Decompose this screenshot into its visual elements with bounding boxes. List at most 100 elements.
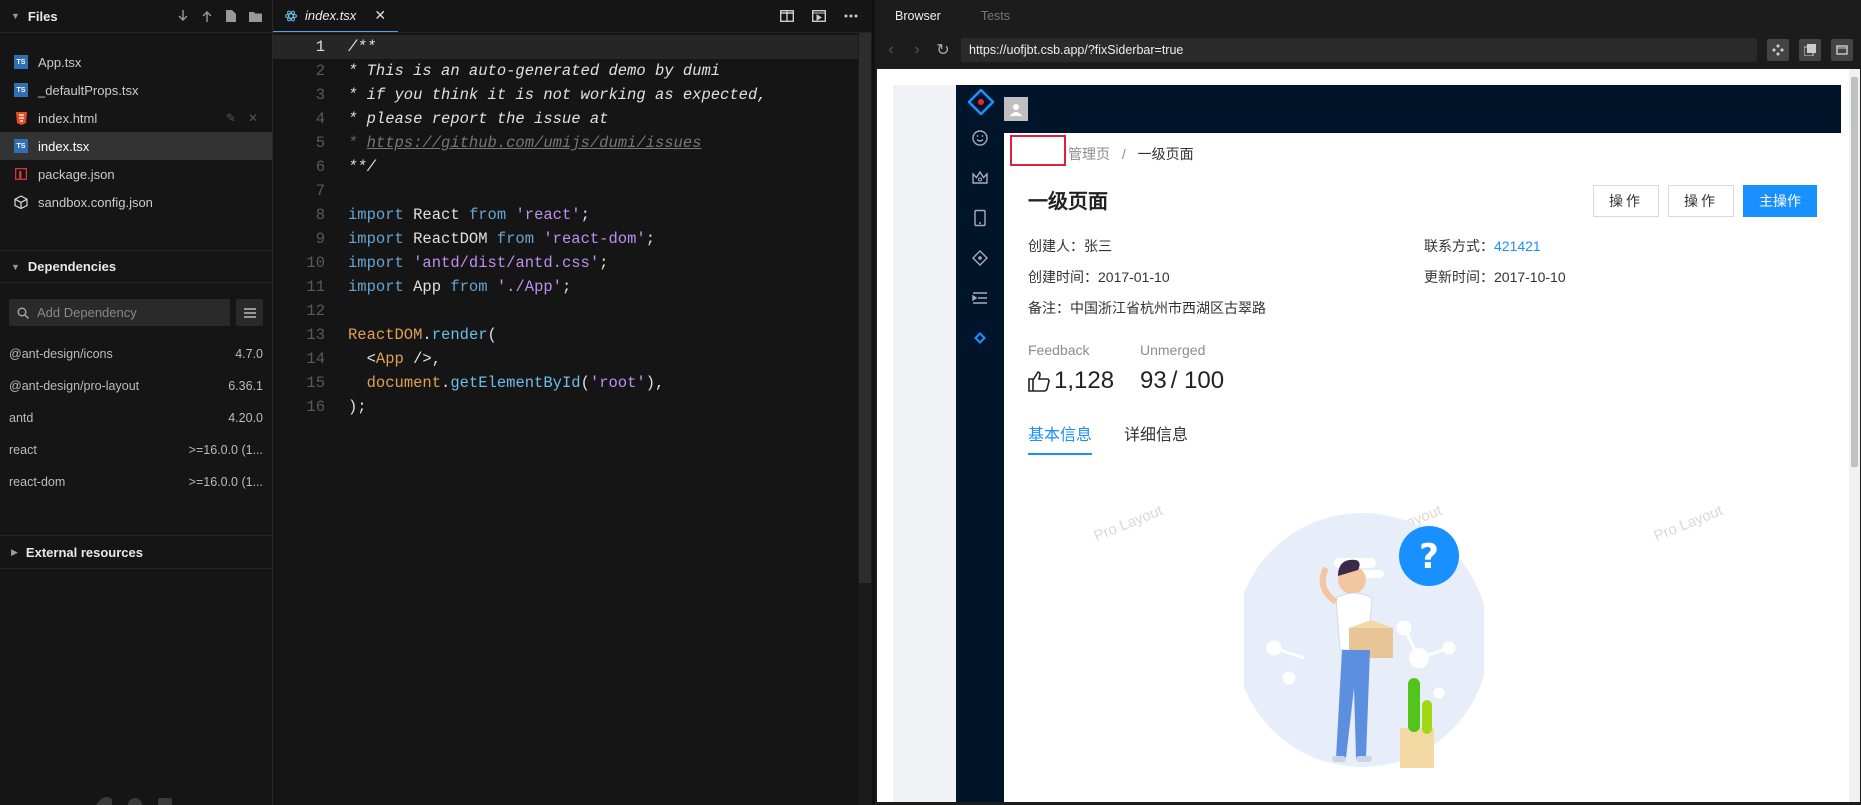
preview-scrollbar[interactable] <box>1849 69 1860 802</box>
file-item-index-html[interactable]: index.html ✎ ✕ <box>0 104 272 132</box>
files-title: Files <box>27 8 58 24</box>
code-line: 8 import React from 'react'; <box>273 203 872 227</box>
sort-down-icon[interactable] <box>176 9 190 23</box>
unmerged-stat: 93 / 100 <box>1140 367 1224 395</box>
editor-scrollbar[interactable] <box>858 33 872 805</box>
updated-value: 2017-10-10 <box>1494 269 1566 285</box>
add-dependency-input[interactable]: Add Dependency <box>9 299 230 326</box>
close-tab-icon[interactable]: ✕ <box>374 7 386 24</box>
file-item-app-tsx[interactable]: TS App.tsx <box>0 48 272 76</box>
page-content: 管理页 / 一级页面 一级页面 操作 操作 主操作 创建人：张三 联系方式：42… <box>1004 133 1841 802</box>
file-list: TS App.tsx TS _defaultProps.tsx index.ht… <box>0 33 272 216</box>
code-text: import App from './App'; <box>348 278 572 296</box>
external-resources-header[interactable]: ▶ External resources <box>0 536 272 569</box>
action-button-2[interactable]: 操作 <box>1668 185 1734 217</box>
npm-package-icon <box>14 167 28 181</box>
page-viewport: 管理页 / 一级页面 一级页面 操作 操作 主操作 创建人：张三 联系方式：42… <box>877 69 1850 802</box>
delete-x-icon[interactable]: ✕ <box>248 111 258 125</box>
forward-icon[interactable]: › <box>909 41 925 59</box>
tab-basic-info[interactable]: 基本信息 <box>1028 421 1093 455</box>
new-file-icon[interactable] <box>224 9 238 23</box>
dependency-item[interactable]: react-dom >=16.0.0 (1... <box>0 466 272 498</box>
created-time-field: 创建时间：2017-01-10 <box>1028 267 1170 287</box>
tab-detail-info[interactable]: 详细信息 <box>1124 421 1188 455</box>
code-text: import ReactDOM from 'react-dom'; <box>348 230 655 248</box>
line-number: 3 <box>315 86 325 104</box>
back-icon[interactable]: ‹ <box>883 41 899 59</box>
twitter-icon[interactable] <box>96 797 112 805</box>
dependency-item[interactable]: antd 4.20.0 <box>0 402 272 434</box>
file-item-index-tsx[interactable]: TS index.tsx <box>0 132 272 160</box>
dependency-item[interactable]: @ant-design/pro-layout 6.36.1 <box>0 370 272 402</box>
watermark-text: Pro Layout <box>1091 502 1166 545</box>
discord-icon[interactable] <box>158 797 172 805</box>
contact-link[interactable]: 421421 <box>1494 238 1541 254</box>
dependency-version: 6.36.1 <box>228 379 263 393</box>
unmerged-total: / 100 <box>1170 367 1225 394</box>
smile-icon[interactable] <box>971 129 989 147</box>
line-number: 16 <box>306 398 325 416</box>
code-area[interactable]: 1 /** 2 * This is an auto-generated demo b… <box>273 33 872 419</box>
crown-icon[interactable] <box>971 169 989 187</box>
breadcrumb-parent[interactable]: 管理页 <box>1068 146 1110 162</box>
preview-window-icon[interactable] <box>812 10 826 22</box>
tablet-icon[interactable] <box>971 209 989 227</box>
tab-index-tsx[interactable]: index.tsx ✕ <box>273 0 399 32</box>
tab-browser[interactable]: Browser <box>895 9 941 23</box>
primary-action-button[interactable]: 主操作 <box>1743 185 1817 217</box>
dependency-item[interactable]: @ant-design/icons 4.7.0 <box>0 338 272 370</box>
devtools-icon[interactable] <box>1767 38 1789 61</box>
file-explorer: ▼ Files TS App.tsx TS _defaultProps.tsx … <box>0 0 273 805</box>
code-line: 11 import App from './App'; <box>273 275 872 299</box>
created-value: 2017-01-10 <box>1098 269 1170 285</box>
ant-design-icon[interactable] <box>971 329 989 347</box>
editor-tabbar: index.tsx ✕ <box>273 0 872 33</box>
new-folder-icon[interactable] <box>248 9 262 23</box>
open-new-window-icon[interactable] <box>1799 38 1821 61</box>
code-line: 12 <box>273 299 872 323</box>
code-line: 2 * This is an auto-generated demo by dum… <box>273 59 872 83</box>
reload-icon[interactable]: ↻ <box>935 40 951 60</box>
user-icon <box>1010 104 1022 116</box>
dependencies-header[interactable]: ▼ Dependencies <box>0 250 272 283</box>
dependencies-title: Dependencies <box>27 259 117 274</box>
fullscreen-icon[interactable] <box>1831 38 1853 61</box>
dependency-version: >=16.0.0 (1... <box>188 475 263 489</box>
file-item-defaultprops-tsx[interactable]: TS _defaultProps.tsx <box>0 76 272 104</box>
tab-tests[interactable]: Tests <box>981 9 1010 23</box>
code-text: <App />, <box>348 350 442 368</box>
preview-scroll-thumb[interactable] <box>1851 77 1858 467</box>
code-text: ReactDOM.render( <box>348 326 497 344</box>
ant-design-logo[interactable] <box>968 89 994 115</box>
dependency-item[interactable]: react >=16.0.0 (1... <box>0 434 272 466</box>
code-line: 10 import 'antd/dist/antd.css'; <box>273 251 872 275</box>
watermark-text: Pro Layout <box>1651 502 1726 545</box>
file-name: index.html <box>38 110 98 126</box>
dependency-name: react-dom <box>9 475 66 489</box>
dependency-name: react <box>9 443 37 457</box>
rename-pencil-icon[interactable]: ✎ <box>226 111 236 125</box>
file-item-package-json[interactable]: package.json <box>0 160 272 188</box>
code-link[interactable]: https://github.com/umijs/dumi/issues <box>367 134 702 152</box>
editor-scroll-thumb[interactable] <box>859 33 871 583</box>
user-avatar[interactable] <box>1004 97 1028 121</box>
html5-file-icon <box>14 111 28 125</box>
files-header[interactable]: ▼ Files <box>0 0 272 33</box>
tsx-file-icon: TS <box>14 139 28 153</box>
split-view-icon[interactable] <box>780 10 794 22</box>
external-resources-section: ▶ External resources <box>0 535 272 569</box>
confused-person-illustration: ? <box>1244 513 1484 768</box>
code-text: * if you think it is not working as expe… <box>348 86 767 104</box>
more-options-icon[interactable] <box>844 14 858 18</box>
diamond-icon[interactable] <box>971 249 989 267</box>
file-item-sandbox-config[interactable]: sandbox.config.json <box>0 188 272 216</box>
feedback-label: Feedback <box>1028 342 1090 358</box>
dependency-list-button[interactable] <box>236 299 263 326</box>
url-input[interactable]: https://uofjbt.csb.app/?fixSiderbar=true <box>961 37 1757 62</box>
upload-icon[interactable] <box>200 9 214 23</box>
github-icon[interactable] <box>128 797 142 805</box>
line-number: 13 <box>306 326 325 344</box>
action-button-1[interactable]: 操作 <box>1593 185 1659 217</box>
line-number: 6 <box>315 158 325 176</box>
menu-indent-icon[interactable] <box>971 289 989 307</box>
